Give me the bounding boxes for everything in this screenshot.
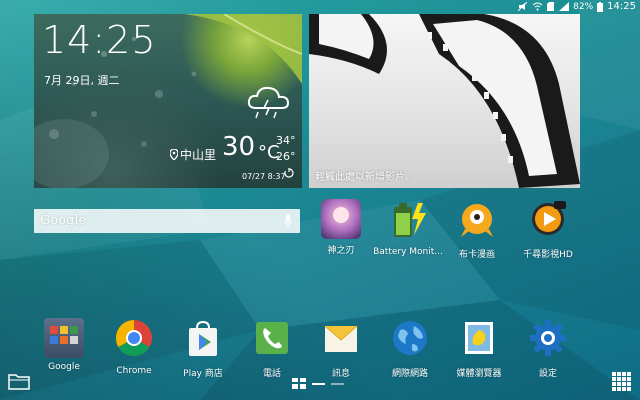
phone-icon [256,322,288,354]
gallery-icon [465,322,493,354]
battery-monitor-icon [394,203,426,237]
settings-gear-icon [530,320,566,356]
page-dot-active [312,382,325,385]
video-widget-hint: 輕觸此處以新增影片。 [315,172,415,183]
video-widget[interactable]: 輕觸此處以新增影片。 [309,14,580,188]
app-messages[interactable]: 訊息 [305,318,377,379]
app-internet[interactable]: 網際網路 [374,318,446,379]
app-label: 千尋影視HD [523,250,573,260]
google-search-bar[interactable]: Google [34,209,300,233]
status-bar: 82% 14:25 [0,0,640,14]
current-temperature: 30 [222,132,256,162]
refresh-icon[interactable] [284,168,294,178]
play-store-icon [189,320,217,356]
battery-icon [597,1,604,12]
google-folder-icon [44,318,84,358]
internet-globe-icon [393,321,427,355]
app-battery-monitor[interactable]: Battery Monit... [372,199,444,257]
app-label: 網際網路 [391,369,428,379]
status-icons: 82% 14:25 [518,1,636,12]
mute-icon [518,2,528,11]
app-label: Battery Monit... [373,247,443,257]
page-indicator[interactable] [292,378,344,389]
film-strip-image [309,14,580,188]
app-phone[interactable]: 電話 [236,318,308,379]
microphone-icon[interactable] [284,214,292,227]
app-google-folder[interactable]: Google [28,318,100,372]
location-pin-icon [170,149,178,160]
clock-weather-widget[interactable]: 14:25 7月 29日, 週二 中山里 30 °C 34° 26° 07/27… [34,14,302,188]
app-label: 設定 [538,369,557,379]
app-label: 媒體瀏覽器 [456,369,502,379]
app-drawer-icon[interactable] [612,372,632,392]
messages-icon [324,325,358,352]
app-buka-manga[interactable]: 布卡漫画 [441,199,513,260]
chrome-icon [115,320,152,357]
app-label: Play 商店 [183,369,223,379]
page-dot [331,382,344,385]
clock-time: 14:25 [42,18,157,62]
low-temperature: 26° [276,150,296,163]
app-label: 神之刃 [327,246,355,256]
home-pages-icon [292,378,306,389]
app-shenzhiren[interactable]: 神之刃 [305,199,377,256]
app-label: 布卡漫画 [458,250,495,260]
sd-card-icon [547,2,555,11]
weather-location: 中山里 [170,146,216,163]
weather-updated-time: 07/27 8:37 [242,172,286,181]
wifi-icon [532,2,543,11]
battery-percent: 82% [573,1,594,12]
app-qianxun-video[interactable]: 千尋影視HD [512,199,584,260]
app-label: Chrome [116,366,152,376]
buka-manga-icon [461,204,493,237]
shenzhiren-icon [321,199,361,239]
app-label: Google [48,362,80,372]
rain-cloud-icon [247,86,290,119]
status-time: 14:25 [607,1,636,12]
signal-icon [559,2,570,11]
app-chrome[interactable]: Chrome [98,318,170,376]
clock-date: 7月 29日, 週二 [44,74,120,87]
folder-icon[interactable] [8,372,30,390]
search-bar-label: Google [40,213,87,228]
high-temperature: 34° [276,134,296,147]
app-settings[interactable]: 設定 [512,318,584,379]
video-player-icon [532,201,566,235]
app-media-browser[interactable]: 媒體瀏覽器 [443,318,515,379]
app-play-store[interactable]: Play 商店 [167,318,239,379]
location-name: 中山里 [180,148,217,162]
